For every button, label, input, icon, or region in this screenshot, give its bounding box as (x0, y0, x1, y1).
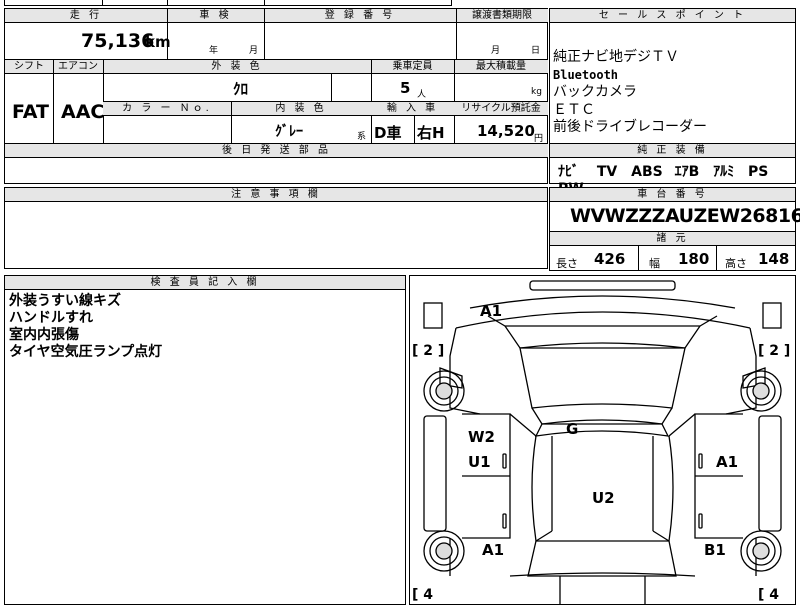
header-inspection: 車 検 (167, 9, 264, 23)
tire-front-left-grade: [ 2 ] (412, 343, 444, 359)
tire-front-right-grade: [ 2 ] (758, 343, 790, 359)
chassis-panel: 車 台 番 号 WVWZZZAUZEW268167 諸 元 長さ 426 幅 1… (549, 187, 800, 271)
header-notes: 注 意 事 項 欄 (5, 188, 547, 202)
recycle-value: 14,520 (477, 122, 535, 140)
vehicle-info-grid: 走 行 車 検 登 録 番 号 譲渡書類期限 75,136 km 年 月 月 日… (4, 8, 548, 184)
inspector-notes-panel: 検 査 員 記 入 欄 外装うすい線キズ ハンドルすれ 室内内張傷 タイヤ空気圧… (4, 275, 406, 605)
wheel-front-right (740, 370, 782, 412)
mark-left-front-door: W2 (468, 428, 495, 446)
equipment-item: ｱﾙﾐ (713, 164, 735, 180)
wheel-rear-right (740, 530, 782, 572)
height-label: 高さ (725, 257, 747, 270)
interior-suffix: 系 (357, 132, 367, 142)
mark-right-front-door: A1 (716, 453, 738, 471)
mark-hood: A1 (480, 302, 502, 320)
length-label: 長さ (556, 257, 578, 270)
mark-left-front-door-lower: U1 (468, 453, 491, 471)
wheel-rear-left (423, 530, 465, 572)
exterior-color-value: ｸﾛ (233, 80, 249, 98)
mileage-unit: km (145, 33, 171, 51)
equipment-item: ABS (631, 164, 663, 180)
header-interior-color: 内 装 色 (231, 102, 371, 116)
width-value: 180 (678, 250, 710, 268)
header-aircon: エアコン (53, 60, 103, 74)
equipment-item: ｴｱB (674, 164, 700, 180)
sales-point-list: 純正ナビ地デジＴＶ Bluetooth バックカメラ ＥＴＣ 前後ドライブレコー… (553, 49, 707, 137)
aircon-value: AAC (61, 101, 105, 123)
mark-roof: U2 (592, 489, 615, 507)
header-max-load: 最大積載量 (454, 60, 548, 74)
import-type: D車 (374, 124, 402, 142)
shift-value: FAT (12, 101, 49, 123)
header-exterior-color: 外 装 色 (103, 60, 371, 74)
interior-color-value: ｸﾞﾚｰ (275, 124, 303, 140)
capacity-unit: 人 (417, 90, 427, 100)
sales-point-item: バックカメラ (553, 84, 637, 100)
chassis-number: WVWZZZAUZEW268167 (570, 205, 800, 227)
inspection-month: 月 (249, 46, 259, 56)
equipment-item: TV (596, 164, 618, 180)
max-load-unit: kg (531, 87, 542, 97)
inspector-note: 外装うすい線キズ (9, 293, 121, 309)
transfer-day: 日 (531, 46, 541, 56)
header-import: 輸 入 車 (371, 102, 454, 116)
sales-point-item: Bluetooth (553, 67, 619, 82)
mark-roof-glass: G (566, 420, 578, 438)
wheel-front-left (423, 370, 465, 412)
tire-rear-left-grade: [ 4 (412, 587, 433, 603)
width-label: 幅 (649, 257, 660, 270)
top-stub (4, 0, 452, 6)
inspector-note: ハンドルすれ (9, 310, 93, 326)
notes-panel: 注 意 事 項 欄 (4, 187, 548, 269)
header-sales-point: セ ー ル ス ポ イ ン ト (550, 9, 795, 23)
mark-left-rear: A1 (482, 541, 504, 559)
header-capacity: 乗車定員 (371, 60, 454, 74)
header-recycle: リサイクル預託金 (454, 102, 548, 116)
capacity-value: 5 (400, 79, 411, 97)
inspector-note: タイヤ空気圧ランプ点灯 (9, 344, 163, 360)
transfer-month: 月 (491, 46, 501, 56)
header-standard-equipment: 純 正 装 備 (550, 144, 795, 158)
car-diagram: A1 W2 U1 A1 G U2 A1 B1 [ 2 ] [ 2 ] [ 4 [… (412, 280, 790, 604)
header-dimensions: 諸 元 (550, 232, 795, 246)
steering-value: 右H (417, 124, 445, 142)
height-value: 148 (758, 250, 790, 268)
header-transfer-deadline: 譲渡書類期限 (456, 9, 548, 23)
length-value: 426 (594, 250, 626, 268)
tire-rear-right-grade: [ 4 (758, 587, 779, 603)
header-mileage: 走 行 (5, 9, 167, 23)
sales-point-item: 純正ナビ地デジＴＶ (553, 49, 679, 65)
header-delivery-parts: 後 日 発 送 部 品 (5, 144, 548, 158)
sales-point-item: 前後ドライブレコーダー (553, 119, 707, 135)
inspection-year: 年 (209, 46, 219, 56)
header-registration: 登 録 番 号 (264, 9, 456, 23)
car-diagram-panel: A1 W2 U1 A1 G U2 A1 B1 [ 2 ] [ 2 ] [ 4 [… (409, 275, 796, 605)
mileage-value: 75,136 (81, 30, 155, 52)
inspector-notes-list: 外装うすい線キズ ハンドルすれ 室内内張傷 タイヤ空気圧ランプ点灯 (9, 293, 162, 361)
sales-point-item: ＥＴＣ (553, 101, 595, 118)
header-chassis-number: 車 台 番 号 (550, 188, 795, 202)
header-color-no: カ ラ ー Ｎｏ. (103, 102, 231, 116)
mark-right-rear: B1 (704, 541, 726, 559)
inspector-note: 室内内張傷 (9, 327, 79, 343)
header-shift: シフト (5, 60, 53, 74)
header-inspector-notes: 検 査 員 記 入 欄 (5, 276, 405, 290)
equipment-item: ﾅﾋﾞ (558, 164, 579, 180)
sales-point-panel: セ ー ル ス ポ イ ン ト 純正ナビ地デジＴＶ Bluetooth バックカ… (549, 8, 796, 197)
equipment-item: PS (748, 164, 769, 180)
